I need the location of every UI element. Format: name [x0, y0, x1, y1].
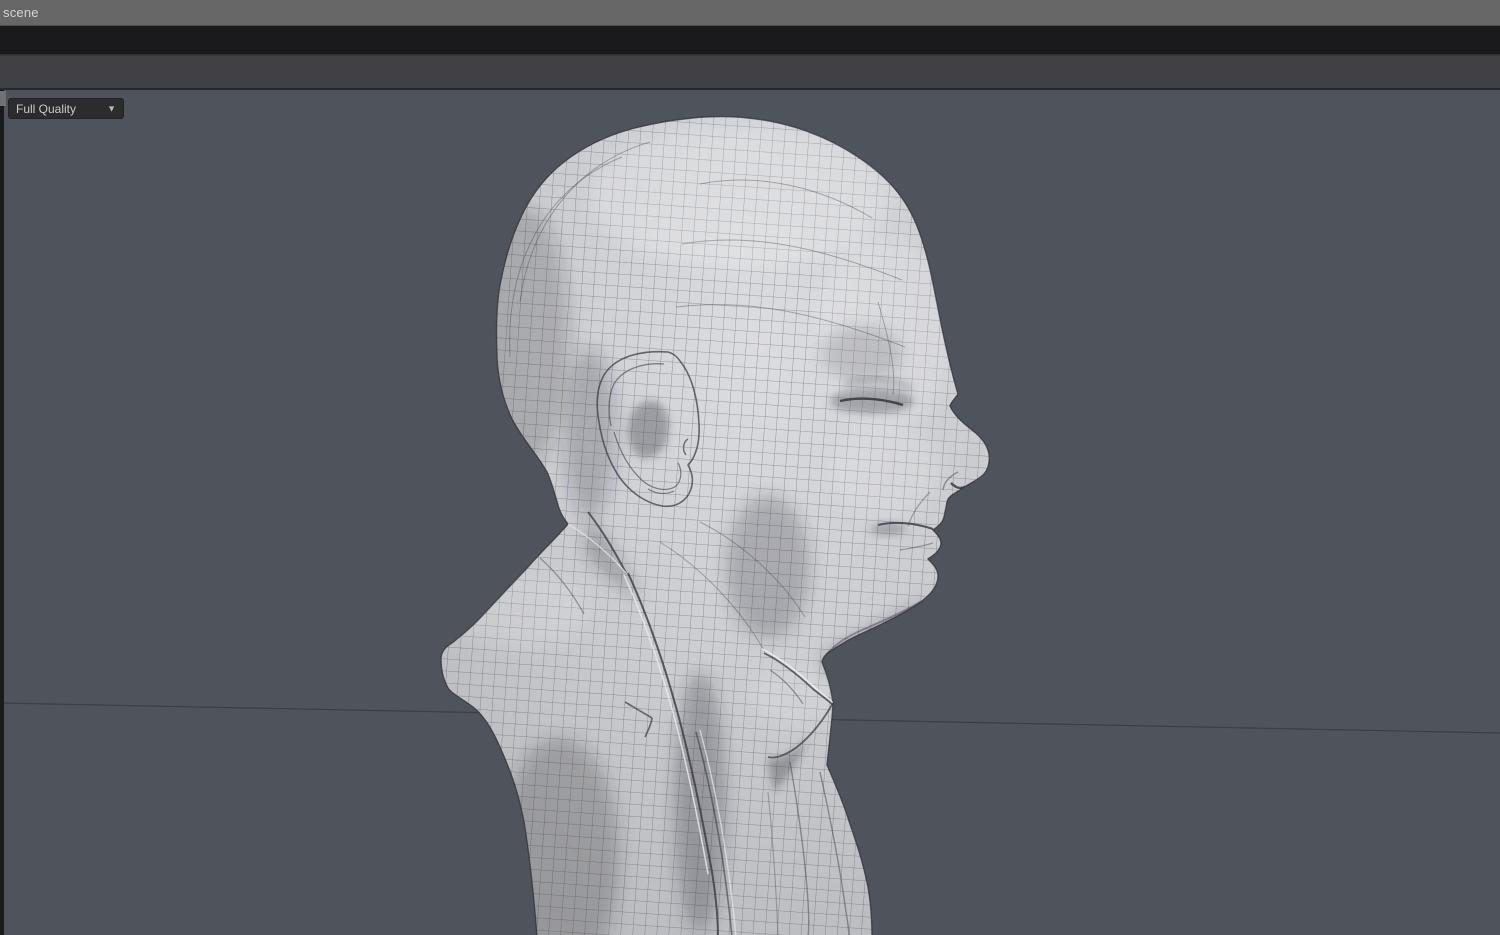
- menu-bar-empty: [0, 26, 1500, 55]
- app-window: scene Full Quality ▼: [0, 0, 1500, 935]
- viewport-canvas-wireframe-bust[interactable]: [0, 90, 1500, 935]
- scene-tab[interactable]: scene: [0, 5, 39, 20]
- chevron-down-icon: ▼: [107, 103, 116, 114]
- tool-bar-empty: [0, 55, 1500, 89]
- pane-splitter-grip[interactable]: [0, 91, 6, 106]
- viewport-left-edge-strip: [0, 90, 4, 935]
- 3d-viewport[interactable]: Full Quality ▼: [0, 88, 1500, 935]
- quality-dropdown-label: Full Quality: [16, 101, 77, 116]
- quality-dropdown[interactable]: Full Quality ▼: [8, 98, 124, 119]
- scene-tab-bar: scene: [0, 0, 1500, 26]
